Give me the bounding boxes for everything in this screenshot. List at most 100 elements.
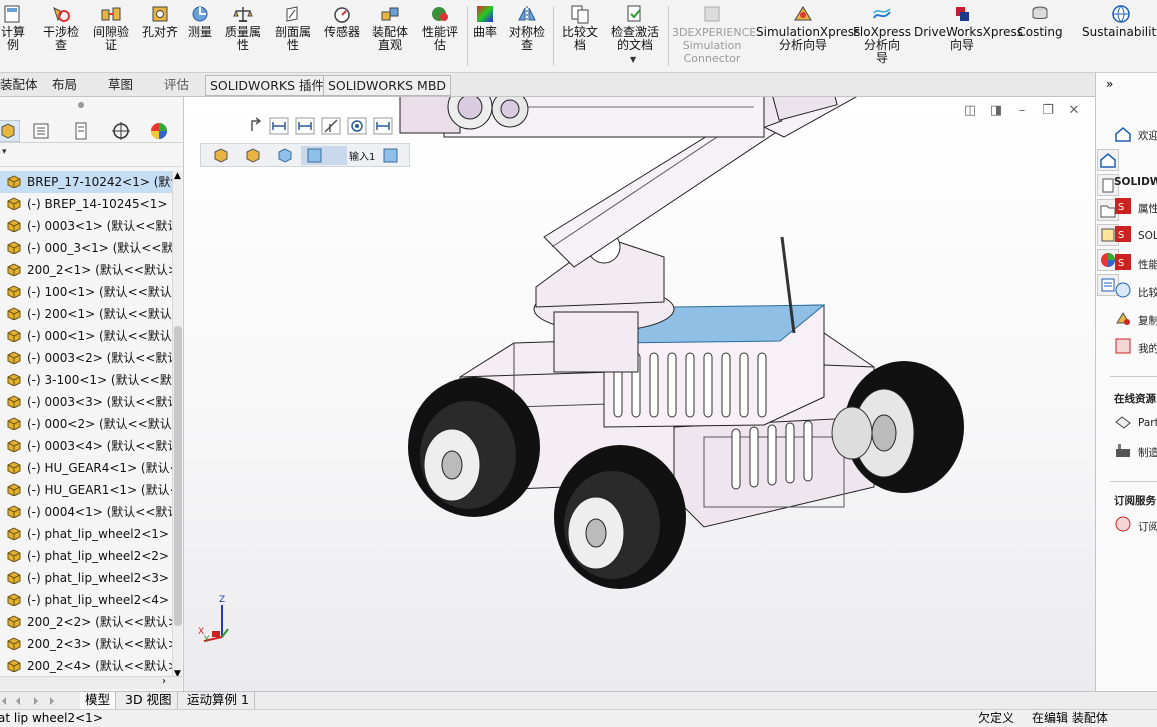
tree-item[interactable]: (-) HU_GEAR1<1> (默认<	[0, 479, 172, 501]
tree-item[interactable]: 200_2<3> (默认<<默认>	[0, 633, 172, 655]
subscription-link[interactable]: 订阅	[1138, 519, 1157, 534]
welcome-link[interactable]: 欢迎	[1138, 128, 1157, 143]
symmetry-check-button[interactable]: 对称检 查	[504, 4, 550, 52]
tree-item-label: 200_2<3> (默认<<默认>	[27, 637, 172, 651]
costing-button[interactable]: Costing	[1014, 4, 1066, 39]
floxpress-icon	[871, 4, 893, 24]
partner-solutions-link[interactable]: Part	[1138, 417, 1157, 429]
simulationxpress-button[interactable]: SimulationXpress 分析向导	[756, 4, 860, 52]
feature-manager-tabs	[0, 119, 182, 143]
tree-item-label: (-) 000<1> (默认<<默认>	[27, 329, 172, 343]
tree-item[interactable]: 200_2<4> (默认<<默认>	[0, 655, 172, 677]
floxpress-button[interactable]: FloXpress 分析向 导	[852, 4, 912, 65]
copy-settings-icon	[1114, 309, 1132, 327]
tree-item[interactable]: (-) 000_3<1> (默认<<默认	[0, 237, 172, 259]
assembly-visualization-button[interactable]: 装配体 直观	[366, 4, 414, 52]
tab-solidworks-mbd[interactable]: SOLIDWORKS MBD	[323, 75, 452, 96]
task-pane-expand-icon[interactable]: »	[1106, 77, 1113, 91]
measure-button[interactable]: 测量	[184, 4, 216, 39]
tab-3d-view[interactable]: 3D 视图	[120, 692, 178, 709]
3dx-icon	[701, 4, 723, 24]
hole-alignment-button[interactable]: 孔对齐	[138, 4, 182, 39]
compare-documents-button[interactable]: 比较文 档	[556, 4, 604, 52]
performance-evaluation-button[interactable]: 性能评 估	[416, 4, 464, 52]
solidworks-rx-link[interactable]: SOL	[1138, 230, 1157, 242]
properties-tool-link[interactable]: 属性	[1138, 201, 1157, 216]
copy-settings-link[interactable]: 复制	[1138, 313, 1157, 328]
display-manager-tab[interactable]	[146, 120, 172, 142]
tree-item[interactable]: (-) HU_GEAR4<1> (默认<	[0, 457, 172, 479]
curvature-button[interactable]: 曲率	[470, 4, 500, 39]
tab-layout[interactable]: 布局	[48, 75, 81, 96]
performance-benchmark-icon: S	[1114, 253, 1132, 271]
assembly-component-icon	[6, 261, 22, 277]
costing-icon	[1029, 4, 1051, 24]
tree-item-label: (-) 0004<1> (默认<<默认	[27, 505, 172, 519]
tree-item[interactable]: (-) 200<1> (默认<<默认>	[0, 303, 172, 325]
task-pane-home-tab[interactable]	[1097, 149, 1119, 171]
compare-docs-icon	[569, 4, 591, 24]
check-doc-icon	[624, 4, 646, 24]
tab-sketch[interactable]: 草图	[104, 75, 137, 96]
section-properties-button[interactable]: 剖面属 性	[270, 4, 316, 52]
tree-item[interactable]: (-) 000<1> (默认<<默认>	[0, 325, 172, 347]
dropdown-caret-icon[interactable]: ▼	[630, 55, 636, 64]
tab-model[interactable]: 模型	[80, 692, 117, 709]
feature-tree: BREP_17-10242<1> (默认 (-) BREP_14-10245<1>…	[0, 171, 172, 679]
compare-link[interactable]: 比较	[1138, 285, 1157, 300]
feature-tree-tab[interactable]	[0, 119, 21, 143]
tree-item[interactable]: (-) BREP_14-10245<1> (	[0, 193, 172, 215]
tree-item[interactable]: (-) 0003<3> (默认<<默认	[0, 391, 172, 413]
my-products-link[interactable]: 我的	[1138, 341, 1157, 356]
performance-benchmark-link[interactable]: 性能	[1138, 257, 1157, 272]
tree-item[interactable]: (-) 000<2> (默认<<默认>	[0, 413, 172, 435]
tree-item[interactable]: (-) 0004<1> (默认<<默认	[0, 501, 172, 523]
assembly-component-icon	[6, 481, 22, 497]
tree-item[interactable]: 200_2<2> (默认<<默认>	[0, 611, 172, 633]
tab-motion-study-1[interactable]: 运动算例 1	[182, 692, 255, 709]
tree-item[interactable]: (-) phat_lip_wheel2<2> (	[0, 545, 172, 567]
tab-evaluate[interactable]: 评估	[160, 75, 193, 96]
tab-navigation-arrows[interactable]	[0, 692, 74, 709]
tree-item[interactable]: (-) 0003<4> (默认<<默认	[0, 435, 172, 457]
tree-item[interactable]: (-) 0003<1> (默认<<默认	[0, 215, 172, 237]
tree-horizontal-scrollbar[interactable]: ›	[0, 676, 182, 689]
scroll-up-icon[interactable]: ▲	[174, 171, 181, 181]
calculator-icon	[2, 4, 24, 24]
sensor-button[interactable]: 传感器	[320, 4, 364, 39]
tree-scroll-thumb[interactable]	[174, 326, 182, 626]
check-active-document-button[interactable]: 检查激活 的文档	[606, 4, 664, 52]
tree-item-label: (-) HU_GEAR4<1> (默认<	[27, 461, 172, 475]
tab-solidworks-addins[interactable]: SOLIDWORKS 插件	[205, 75, 330, 96]
tree-item[interactable]: BREP_17-10242<1> (默认	[0, 171, 172, 193]
tree-item[interactable]: (-) phat_lip_wheel2<4> (	[0, 589, 172, 611]
solidworks-tools-heading: SOLIDWO	[1114, 176, 1157, 188]
tree-item[interactable]: (-) 100<1> (默认<<默认>	[0, 281, 172, 303]
configuration-manager-tab[interactable]	[68, 120, 94, 142]
tree-filter-toggle[interactable]: ▾	[0, 147, 182, 167]
robot-vehicle-model[interactable]	[184, 97, 1095, 691]
tree-item[interactable]: (-) 0003<2> (默认<<默认	[0, 347, 172, 369]
assembly-component-icon	[6, 371, 22, 387]
dimxpert-manager-tab[interactable]	[108, 120, 134, 142]
property-manager-tab[interactable]	[28, 120, 54, 142]
tree-item[interactable]: (-) 3-100<1> (默认<<默认	[0, 369, 172, 391]
scroll-right-icon[interactable]: ›	[162, 676, 166, 687]
driveworksxpress-button[interactable]: DriveWorksXpress 向导	[914, 4, 1023, 52]
graphics-area[interactable]: 输入1 ◫ ◨ – ❐ ✕ Z X Y	[184, 97, 1095, 691]
interference-detection-button[interactable]: 干涉检 查	[38, 4, 84, 52]
calc-tool-button[interactable]: 计算 例	[0, 4, 30, 52]
clearance-verification-button[interactable]: 间隙验 证	[88, 4, 134, 52]
assembly-component-icon	[6, 525, 22, 541]
tree-item[interactable]: 200_2<1> (默认<<默认>	[0, 259, 172, 281]
tree-item[interactable]: (-) phat_lip_wheel2<1> (	[0, 523, 172, 545]
tree-item[interactable]: (-) phat_lip_wheel2<3> (	[0, 567, 172, 589]
panel-grip-icon[interactable]	[78, 102, 84, 108]
mass-properties-button[interactable]: 质量属 性	[220, 4, 266, 52]
online-resources-heading: 在线资源	[1114, 393, 1156, 405]
tab-assembly[interactable]: 装配体	[0, 75, 42, 96]
tree-vertical-scrollbar[interactable]: ▲ ▼	[172, 171, 182, 679]
sustainability-button[interactable]: Sustainability	[1082, 4, 1157, 39]
manufacturing-link[interactable]: 制造	[1138, 445, 1157, 460]
hole-align-icon	[149, 4, 171, 24]
